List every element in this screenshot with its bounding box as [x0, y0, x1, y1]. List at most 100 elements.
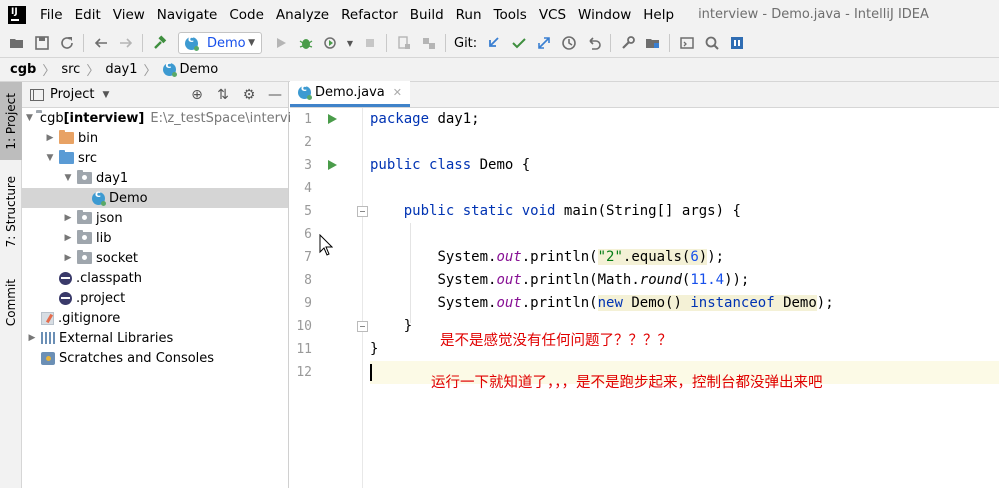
run-button[interactable]: [268, 32, 293, 54]
package-icon: [77, 210, 92, 224]
hammer-icon: [153, 35, 166, 49]
tab-project[interactable]: 1: Project: [0, 82, 22, 160]
back-button[interactable]: [88, 32, 113, 54]
open-button[interactable]: [4, 32, 29, 54]
search-everywhere-button[interactable]: [699, 32, 724, 54]
tree-item-path: E:\z_testSpace\intervie: [150, 110, 300, 126]
run-with-coverage-button[interactable]: [318, 32, 343, 54]
tree-item[interactable]: ▶ socket: [22, 248, 288, 268]
breadcrumb-item-src[interactable]: src: [61, 62, 80, 77]
toolbar-separator: [386, 34, 387, 52]
menu-build[interactable]: Build: [404, 7, 450, 23]
package-icon: [77, 250, 92, 264]
git-update-button[interactable]: [481, 32, 506, 54]
presentation-button[interactable]: [674, 32, 699, 54]
code-editor[interactable]: 1 2 3 4 5 6 7 8 9 10 11 12 package day1; public cla…: [290, 108, 999, 488]
run-configuration-select[interactable]: Demo ▼: [178, 32, 262, 54]
tree-item[interactable]: Scratches and Consoles: [22, 348, 288, 368]
tab-structure[interactable]: 7: Structure: [0, 172, 22, 252]
tree-item[interactable]: ▶ lib: [22, 228, 288, 248]
menu-navigate[interactable]: Navigate: [151, 7, 224, 23]
git-push-button[interactable]: [531, 32, 556, 54]
fold-method-icon[interactable]: [357, 206, 368, 217]
tree-item[interactable]: Demo: [22, 188, 288, 208]
tab-commit[interactable]: Commit: [0, 270, 22, 336]
coverage-icon: [323, 37, 336, 49]
menu-refactor[interactable]: Refactor: [335, 7, 404, 23]
menu-analyze[interactable]: Analyze: [270, 7, 335, 23]
git-commit-button[interactable]: [506, 32, 531, 54]
menu-edit[interactable]: Edit: [69, 7, 107, 23]
breadcrumb-item-day1[interactable]: day1: [105, 62, 137, 77]
stop-button[interactable]: [357, 32, 382, 54]
expand-right-icon[interactable]: ▶: [26, 333, 38, 343]
collapse-all-icon[interactable]: ⇅: [210, 87, 236, 103]
project-panel: Project ▼ ⊕ ⇅ ⚙ — ▼ cgb [interview] E:\z_t…: [22, 82, 299, 488]
line-number: 8: [304, 273, 312, 288]
toolbar-separator: [610, 34, 612, 52]
menu-run[interactable]: Run: [450, 7, 488, 23]
more-run-actions-button[interactable]: ▼: [343, 32, 357, 54]
menu-tools[interactable]: Tools: [488, 7, 533, 23]
toolbar-separator: [142, 34, 143, 52]
editor-panel: Demo.java ✕ 123456789101112 package day1…: [290, 81, 999, 488]
project-panel-title[interactable]: Project: [50, 87, 94, 102]
breadcrumb-item-demo[interactable]: Demo: [180, 62, 219, 77]
tree-item[interactable]: .project: [22, 288, 288, 308]
chevron-down-icon: ▼: [248, 38, 255, 48]
tree-item[interactable]: ▶ json: [22, 208, 288, 228]
synchronize-button[interactable]: [54, 32, 79, 54]
class-icon: [162, 60, 177, 77]
fold-end-icon[interactable]: [357, 321, 368, 332]
tree-item[interactable]: ▼ day1: [22, 168, 288, 188]
expand-down-icon[interactable]: ▼: [44, 153, 56, 163]
tree-item[interactable]: ▼ src: [22, 148, 288, 168]
menu-vcs[interactable]: VCS: [533, 7, 572, 23]
run-main-icon[interactable]: [328, 160, 337, 170]
expand-right-icon[interactable]: ▶: [44, 133, 56, 143]
gear-icon[interactable]: ⚙: [236, 87, 262, 103]
services-button[interactable]: [416, 32, 441, 54]
expand-right-icon[interactable]: ▶: [62, 233, 74, 243]
project-structure-button[interactable]: [640, 32, 665, 54]
tree-item[interactable]: .gitignore: [22, 308, 288, 328]
tree-item[interactable]: ▶ External Libraries: [22, 328, 288, 348]
menu-help[interactable]: Help: [637, 7, 680, 23]
class-icon: [298, 83, 312, 100]
menu-view[interactable]: View: [107, 7, 151, 23]
expand-right-icon[interactable]: ▶: [62, 253, 74, 263]
editor-tab-demo-java[interactable]: Demo.java ✕: [290, 81, 410, 107]
git-history-button[interactable]: [556, 32, 581, 54]
git-rollback-button[interactable]: [581, 32, 606, 54]
tree-item[interactable]: ▶ bin: [22, 128, 288, 148]
tree-item[interactable]: ▼ cgb [interview] E:\z_testSpace\intervie: [22, 108, 299, 128]
save-all-button[interactable]: [29, 32, 54, 54]
tree-item[interactable]: .classpath: [22, 268, 288, 288]
menu-code[interactable]: Code: [223, 7, 270, 23]
stop-icon: [365, 39, 374, 47]
menu-window[interactable]: Window: [572, 7, 637, 23]
hide-icon[interactable]: —: [262, 87, 288, 103]
code-line-9: System.out.println(new Demo() instanceof…: [437, 295, 834, 311]
forward-button[interactable]: [113, 32, 138, 54]
run-class-icon[interactable]: [328, 114, 337, 124]
expand-down-icon[interactable]: ▼: [62, 173, 74, 183]
locate-icon[interactable]: ⊕: [184, 87, 210, 103]
attach-debugger-button[interactable]: [391, 32, 416, 54]
plugin-button[interactable]: [724, 32, 749, 54]
menu-file[interactable]: File: [34, 7, 69, 23]
tree-item-label: socket: [96, 250, 139, 266]
expand-down-icon[interactable]: ▼: [26, 113, 33, 123]
settings-button[interactable]: [615, 32, 640, 54]
debug-button[interactable]: [293, 32, 318, 54]
breadcrumb-item-cgb[interactable]: cgb: [10, 62, 36, 77]
expand-right-icon[interactable]: ▶: [62, 213, 74, 223]
mouse-cursor-icon: [319, 234, 333, 256]
close-icon[interactable]: ✕: [393, 86, 402, 99]
undo-icon: [589, 37, 601, 50]
annotation-note-2: 运行一下就知道了，，，是不是跑步起来，控制台都没弹出来吧: [431, 375, 823, 391]
git-label: Git:: [454, 35, 478, 51]
chevron-down-icon[interactable]: ▼: [102, 90, 109, 100]
wrench-icon: [621, 36, 635, 49]
build-button[interactable]: [147, 32, 172, 54]
